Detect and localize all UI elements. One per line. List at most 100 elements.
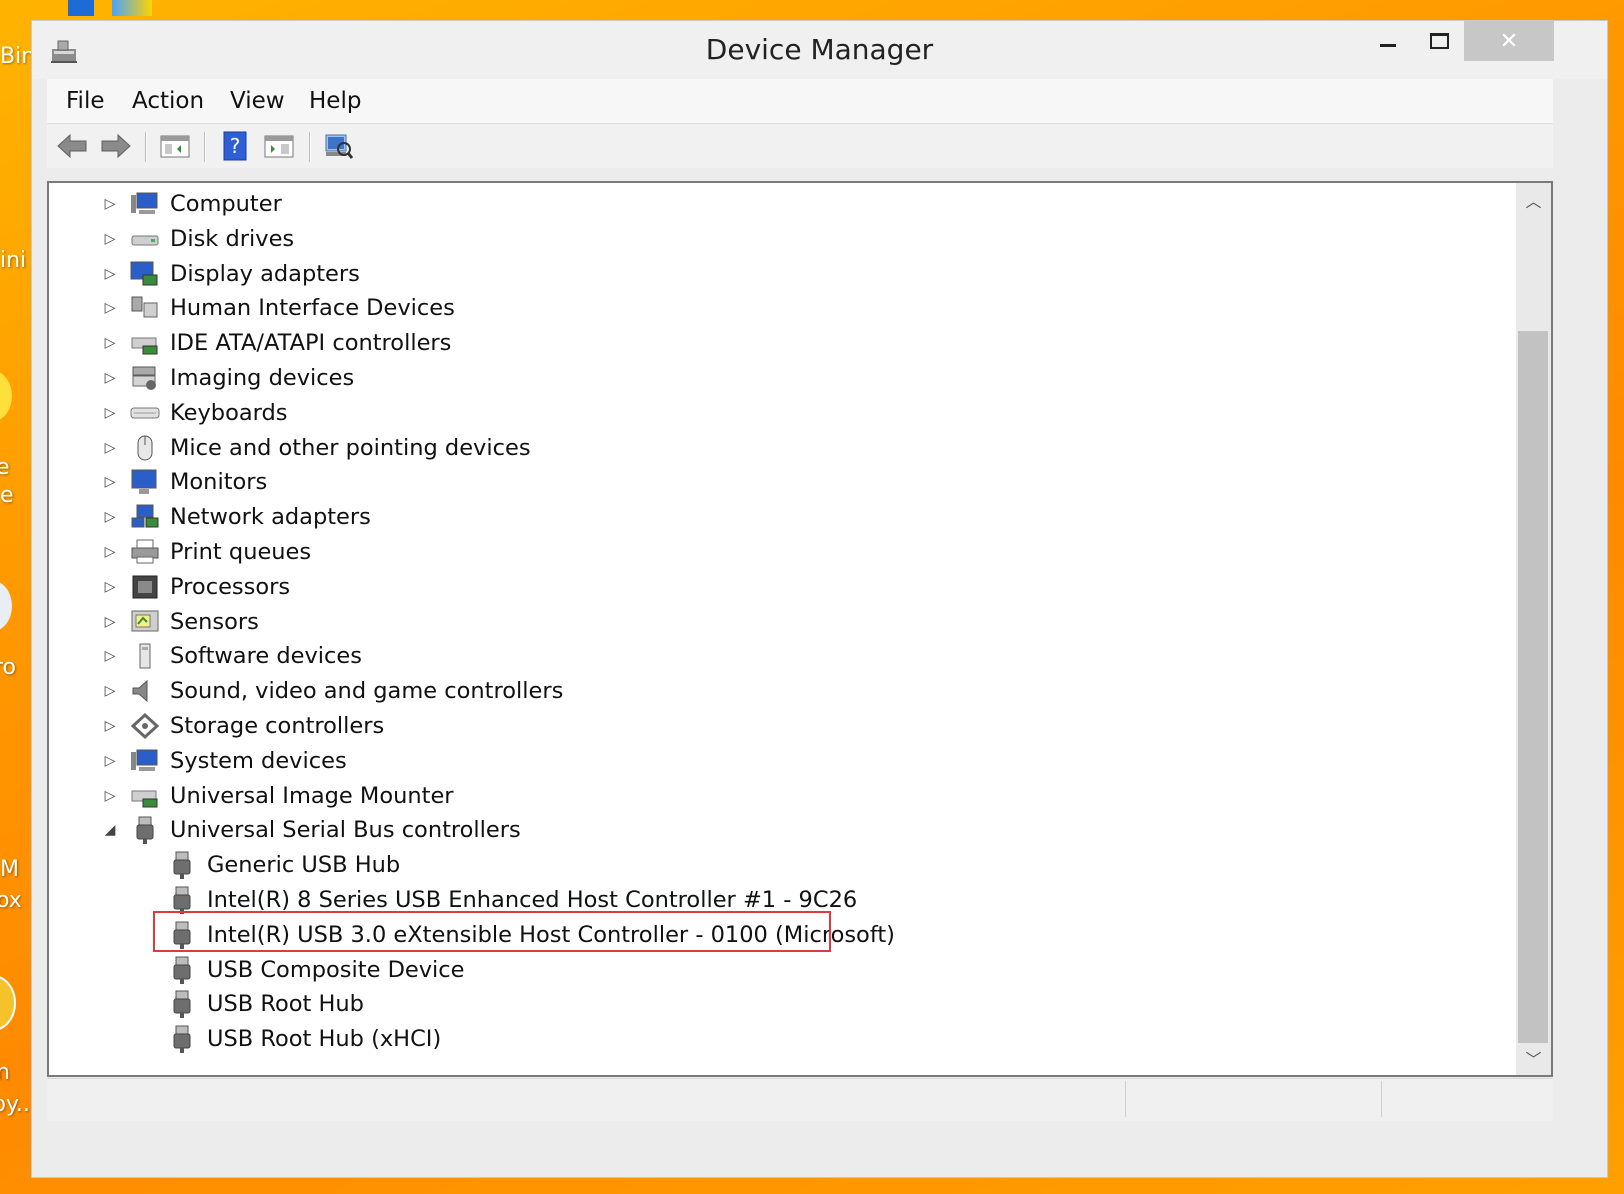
tree-device-row[interactable]: USB Root Hub xyxy=(49,987,1509,1021)
tree-category-label: Mice and other pointing devices xyxy=(170,434,531,461)
expand-collapse-icon[interactable]: ▷ xyxy=(103,335,117,351)
minimize-button[interactable] xyxy=(1362,21,1414,61)
expand-collapse-icon[interactable]: ▷ xyxy=(103,474,117,490)
show-hide-console-tree-button[interactable] xyxy=(158,130,192,162)
tree-device-label: USB Composite Device xyxy=(207,956,465,983)
tree-category-label: IDE ATA/ATAPI controllers xyxy=(170,330,452,357)
tree-category-label: Imaging devices xyxy=(170,365,355,391)
tree-category-row[interactable]: ▷ Mice and other pointing devices xyxy=(49,431,1509,465)
help-button[interactable]: ? xyxy=(218,130,252,162)
properties-button[interactable] xyxy=(262,130,296,162)
expand-collapse-icon[interactable]: ▷ xyxy=(103,683,117,699)
device-tree[interactable]: ▷ Computer ▷ Disk drives ▷ Display adapters ▷ H… xyxy=(47,181,1553,1077)
menu-file[interactable]: File xyxy=(66,88,105,114)
vertical-scrollbar[interactable]: ︿ ﹀ xyxy=(1516,183,1551,1075)
tree-category-row[interactable]: ◢ Universal Serial Bus controllers xyxy=(49,813,1509,847)
tree-category-row[interactable]: ▷ Print queues xyxy=(49,535,1509,569)
tree-category-row[interactable]: ▷ Keyboards xyxy=(49,396,1509,430)
expand-collapse-icon[interactable]: ▷ xyxy=(103,300,117,316)
close-button[interactable]: ✕ xyxy=(1464,21,1554,61)
expand-collapse-icon[interactable]: ▷ xyxy=(103,788,117,804)
usb-plug-icon xyxy=(166,1024,198,1054)
expand-collapse-icon[interactable]: ▷ xyxy=(103,718,117,734)
scroll-up-button[interactable]: ︿ xyxy=(1516,183,1551,217)
tree-category-row[interactable]: ▷ Human Interface Devices xyxy=(49,291,1509,325)
tree-category-row[interactable]: ▷ Monitors xyxy=(49,465,1509,499)
desktop-label[interactable]: M xyxy=(0,857,19,882)
back-button[interactable] xyxy=(55,130,89,162)
forward-button[interactable] xyxy=(99,130,133,162)
tree-category-row[interactable]: ▷ Computer xyxy=(49,187,1509,221)
desktop-label[interactable]: Bin xyxy=(0,44,35,69)
expand-collapse-icon[interactable]: ▷ xyxy=(103,405,117,421)
tree-category-row[interactable]: ▷ Display adapters xyxy=(49,257,1509,291)
desktop-app-icon[interactable] xyxy=(0,370,12,422)
menu-bar: File Action View Help xyxy=(47,79,1553,124)
tree-category-row[interactable]: ▷ Disk drives xyxy=(49,222,1509,256)
tree-category-row[interactable]: ▷ Sensors xyxy=(49,605,1509,639)
desktop-label[interactable]: n xyxy=(0,1060,10,1085)
tree-category-row[interactable]: ▷ Storage controllers xyxy=(49,709,1509,743)
desktop-label[interactable]: ox xyxy=(0,888,22,913)
computer-icon xyxy=(129,189,161,219)
tree-device-label: Intel(R) 8 Series USB Enhanced Host Cont… xyxy=(207,887,858,913)
tree-category-label: Network adapters xyxy=(170,504,371,531)
status-bar xyxy=(47,1078,1553,1121)
desktop-app-icon[interactable] xyxy=(0,580,12,632)
expand-collapse-icon[interactable]: ▷ xyxy=(103,509,117,525)
image-mounter-icon xyxy=(129,781,161,811)
tree-category-row[interactable]: ▷ Network adapters xyxy=(49,500,1509,534)
desktop-label[interactable]: ro xyxy=(0,655,16,680)
expand-collapse-icon[interactable]: ▷ xyxy=(103,266,117,282)
back-arrow-icon xyxy=(57,133,87,159)
tree-device-label: Generic USB Hub xyxy=(207,852,401,879)
desktop-icon-top-2[interactable] xyxy=(112,0,152,16)
printer-icon xyxy=(129,537,161,567)
expand-collapse-icon[interactable]: ▷ xyxy=(103,614,117,630)
expand-collapse-icon[interactable]: ▷ xyxy=(103,231,117,247)
tree-category-row[interactable]: ▷ Sound, video and game controllers xyxy=(49,674,1509,708)
tree-category-row[interactable]: ▷ IDE ATA/ATAPI controllers xyxy=(49,326,1509,360)
tree-device-row[interactable]: Generic USB Hub xyxy=(49,848,1509,882)
expand-collapse-icon[interactable]: ▷ xyxy=(103,648,117,664)
desktop-label[interactable]: e xyxy=(0,455,10,480)
expand-collapse-icon[interactable]: ▷ xyxy=(103,196,117,212)
ide-controller-icon xyxy=(129,328,161,358)
scroll-down-button[interactable]: ﹀ xyxy=(1516,1041,1551,1075)
desktop-icon-top-1[interactable] xyxy=(68,0,94,16)
tree-category-row[interactable]: ▷ System devices xyxy=(49,744,1509,778)
tree-category-row[interactable]: ▷ Processors xyxy=(49,570,1509,604)
scan-hardware-changes-button[interactable] xyxy=(321,130,355,162)
disk-drive-icon xyxy=(129,224,161,254)
system-device-icon xyxy=(129,746,161,776)
tree-category-label: Disk drives xyxy=(170,225,295,252)
desktop-label[interactable]: ini xyxy=(0,248,26,273)
desktop-app-icon[interactable] xyxy=(0,975,16,1031)
maximize-button[interactable] xyxy=(1413,21,1465,61)
tree-category-row[interactable]: ▷ Imaging devices xyxy=(49,361,1509,395)
processor-icon xyxy=(129,572,161,602)
tree-category-row[interactable]: ▷ Software devices xyxy=(49,639,1509,673)
speaker-icon xyxy=(129,676,161,706)
tree-category-row[interactable]: ▷ Universal Image Mounter xyxy=(49,779,1509,813)
tree-device-row[interactable]: USB Composite Device xyxy=(49,953,1509,987)
expand-collapse-icon[interactable]: ▷ xyxy=(103,544,117,560)
menu-view[interactable]: View xyxy=(230,88,285,114)
expand-collapse-icon[interactable]: ▷ xyxy=(103,753,117,769)
expand-collapse-icon[interactable]: ▷ xyxy=(103,579,117,595)
imaging-device-icon xyxy=(129,363,161,393)
expand-collapse-icon[interactable]: ▷ xyxy=(103,370,117,386)
show-hide-console-tree-icon xyxy=(160,135,190,158)
menu-action[interactable]: Action xyxy=(132,88,204,114)
monitor-icon xyxy=(129,467,161,497)
tree-device-row[interactable]: USB Root Hub (xHCI) xyxy=(49,1022,1509,1056)
tree-device-label: USB Root Hub xyxy=(207,991,364,1018)
expand-collapse-icon[interactable]: ◢ xyxy=(103,822,117,838)
tree-category-label: Processors xyxy=(170,573,291,600)
expand-collapse-icon[interactable]: ▷ xyxy=(103,440,117,456)
scrollbar-thumb[interactable] xyxy=(1518,331,1548,1043)
menu-help[interactable]: Help xyxy=(309,88,361,114)
title-bar[interactable]: Device Manager ✕ xyxy=(32,21,1607,79)
desktop-label[interactable]: e xyxy=(0,483,14,508)
tree-category-label: Sound, video and game controllers xyxy=(170,678,564,705)
